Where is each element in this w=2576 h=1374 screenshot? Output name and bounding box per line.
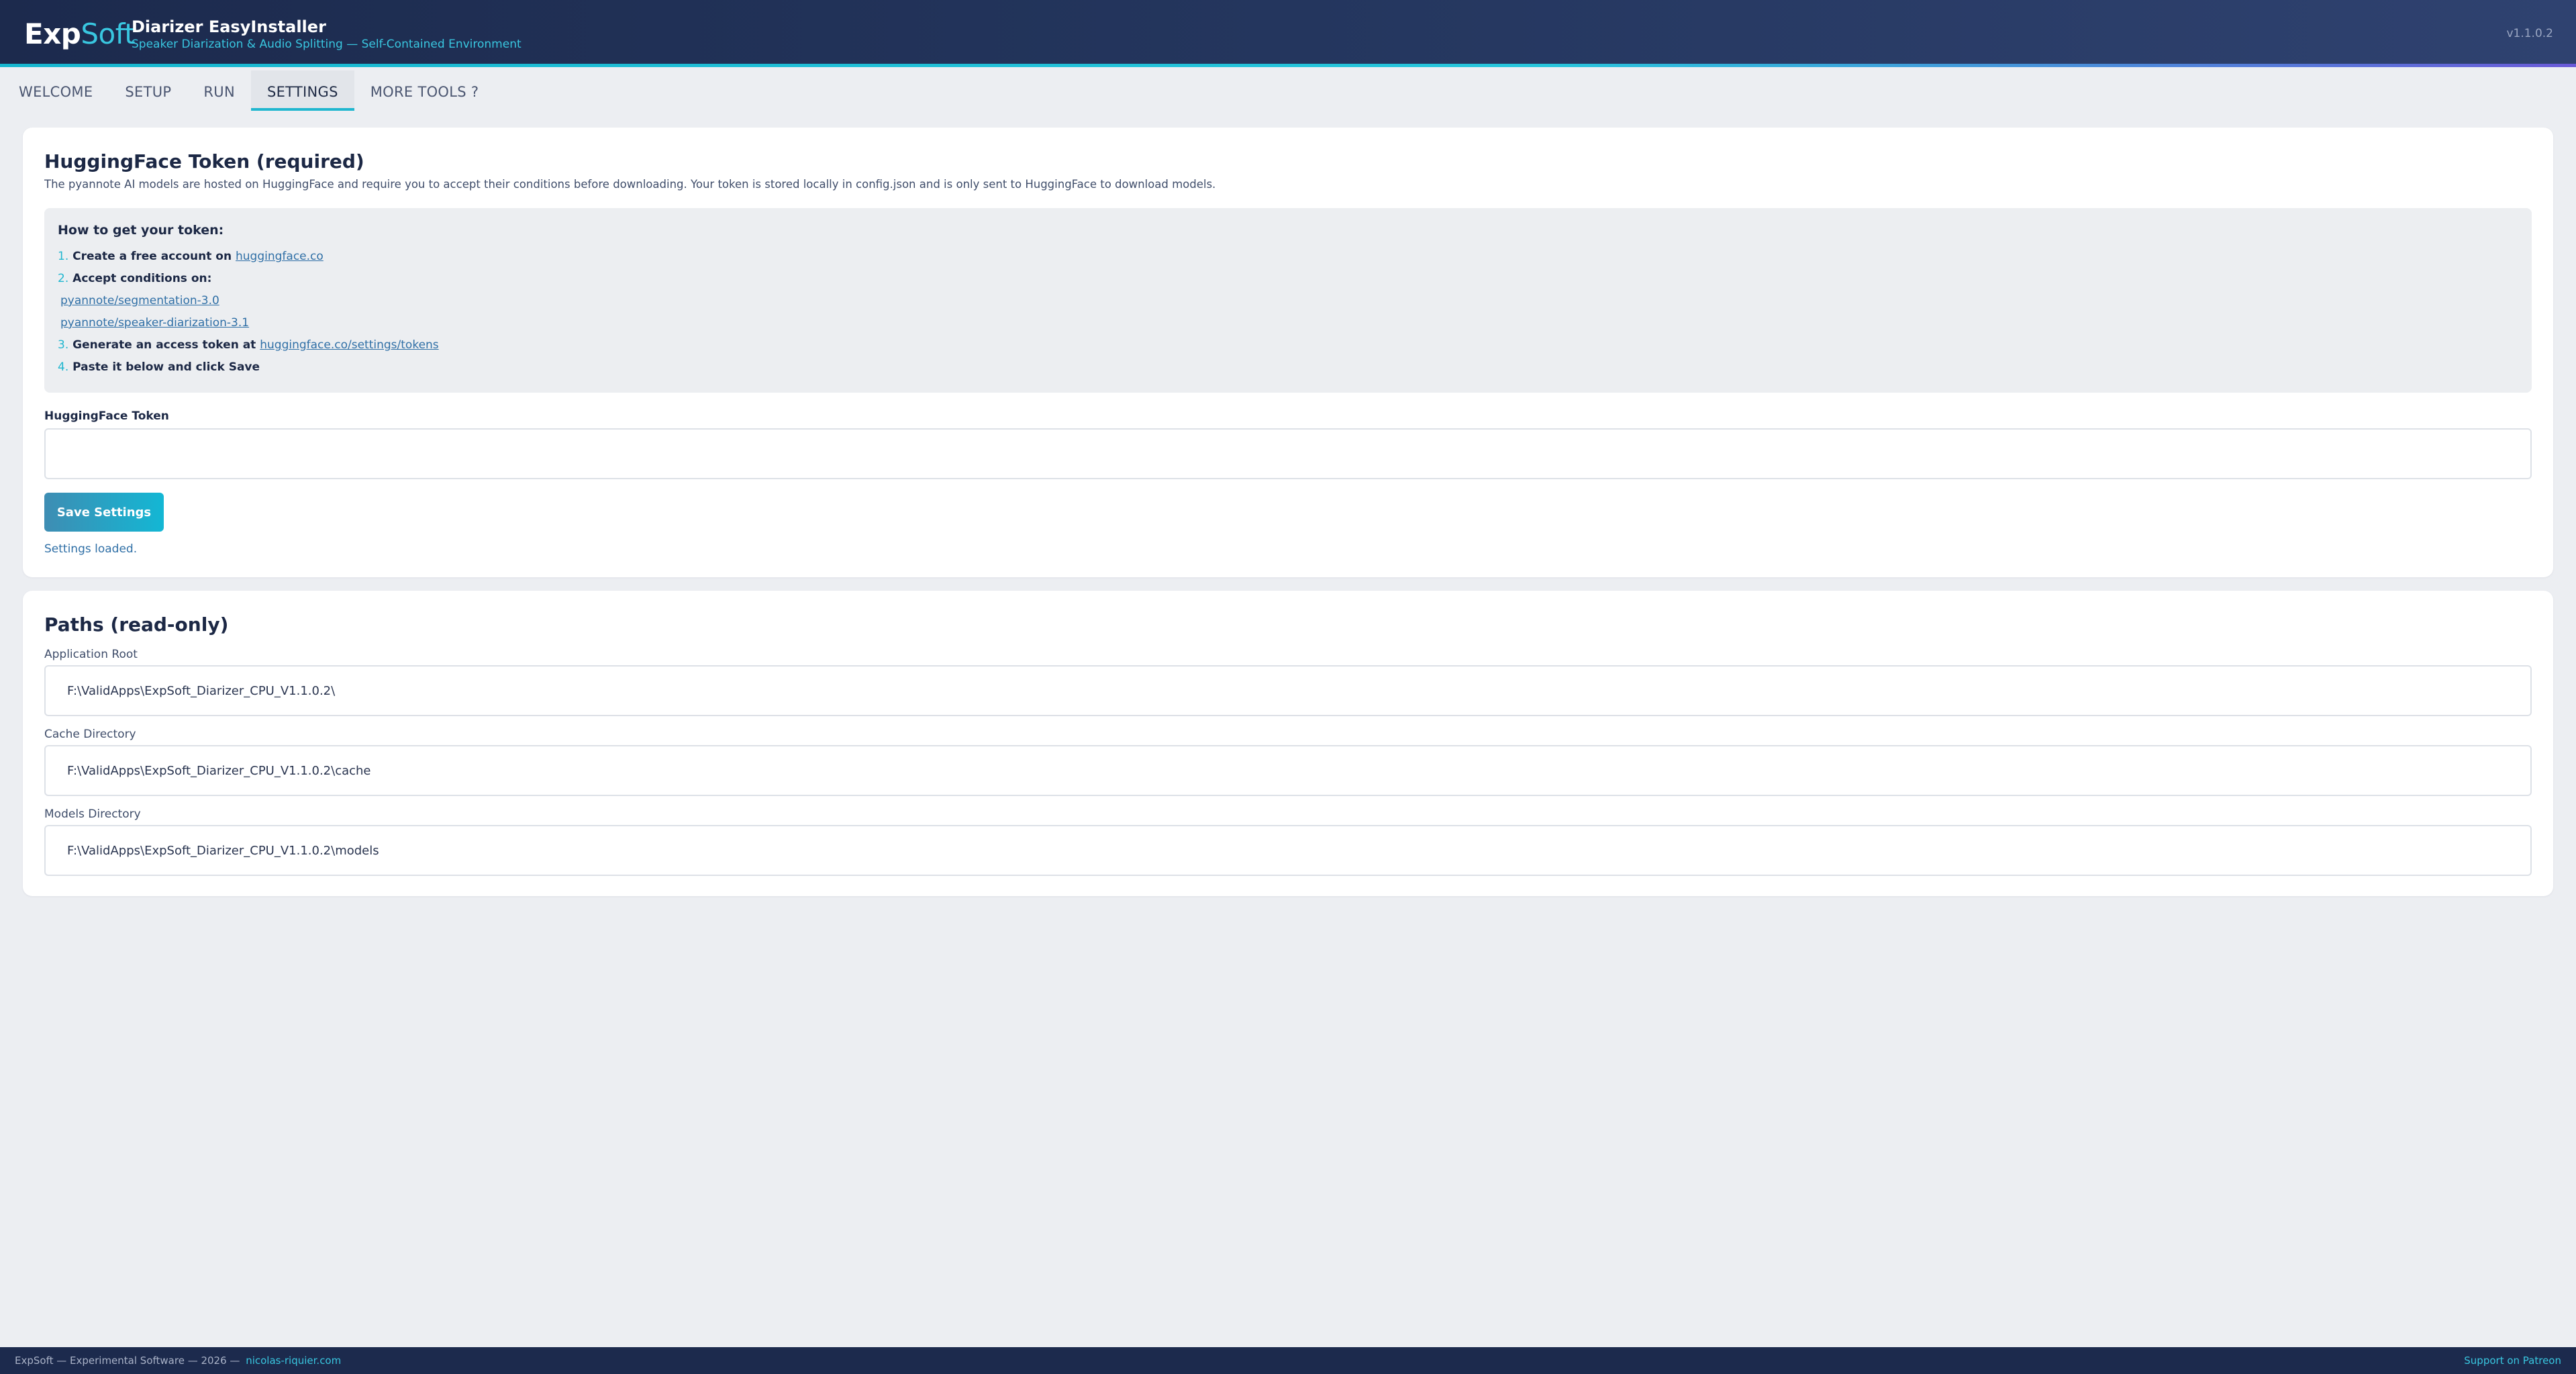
howto-title: How to get your token: <box>58 223 224 238</box>
howto-step-4: 4. Paste it below and click Save <box>58 360 260 374</box>
step-text: Create a free account on <box>72 250 236 263</box>
token-field-label: HuggingFace Token <box>44 409 169 423</box>
app-logo: ExpSoft <box>24 17 136 50</box>
howto-step-1: 1. Create a free account on huggingface.… <box>58 250 324 263</box>
step-text: Accept conditions on: <box>72 272 212 285</box>
tab-settings[interactable]: SETTINGS <box>250 70 354 111</box>
save-settings-button[interactable]: Save Settings <box>44 493 164 532</box>
step-text: Paste it below and click Save <box>72 360 260 374</box>
step-number: 2. <box>58 272 69 285</box>
tab-welcome[interactable]: WELCOME <box>0 70 109 111</box>
huggingface-link[interactable]: huggingface.co <box>236 250 324 263</box>
paths-card: Paths (read-only) Application Root F:\Va… <box>23 591 2553 896</box>
patreon-link[interactable]: Support on Patreon <box>2464 1347 2561 1374</box>
models-dir-field[interactable]: F:\ValidApps\ExpSoft_Diarizer_CPU_V1.1.0… <box>44 825 2532 876</box>
token-input[interactable] <box>44 428 2532 479</box>
tab-run[interactable]: RUN <box>187 70 251 111</box>
version-label: v1.1.0.2 <box>2506 27 2553 40</box>
segmentation-model-link[interactable]: pyannote/segmentation-3.0 <box>60 294 219 307</box>
app-header: ExpSoft Diarizer EasyInstaller Speaker D… <box>0 0 2576 67</box>
cache-dir-label: Cache Directory <box>44 728 136 741</box>
app-subtitle: Speaker Diarization & Audio Splitting — … <box>132 38 522 51</box>
howto-step-3: 3. Generate an access token at huggingfa… <box>58 338 439 352</box>
howto-box: How to get your token: 1. Create a free … <box>44 208 2532 393</box>
logo-main: Exp <box>24 17 81 50</box>
footer-credits: ExpSoft — Experimental Software — 2026 —… <box>15 1347 341 1374</box>
app-root-field[interactable]: F:\ValidApps\ExpSoft_Diarizer_CPU_V1.1.0… <box>44 665 2532 716</box>
app-root-label: Application Root <box>44 648 138 661</box>
cache-dir-field[interactable]: F:\ValidApps\ExpSoft_Diarizer_CPU_V1.1.0… <box>44 745 2532 796</box>
logo-accent: Soft <box>81 17 136 50</box>
app-footer: ExpSoft — Experimental Software — 2026 —… <box>0 1347 2576 1374</box>
step-number: 3. <box>58 338 69 352</box>
token-card-title: HuggingFace Token (required) <box>44 150 364 173</box>
tab-more-tools[interactable]: MORE TOOLS ? <box>354 70 495 111</box>
settings-status: Settings loaded. <box>44 542 138 556</box>
diarization-model-link[interactable]: pyannote/speaker-diarization-3.1 <box>60 316 249 330</box>
footer-text: ExpSoft — Experimental Software — 2026 — <box>15 1355 244 1367</box>
step-text: Generate an access token at <box>72 338 260 352</box>
models-dir-label: Models Directory <box>44 807 141 821</box>
step-number: 1. <box>58 250 69 263</box>
tab-bar: WELCOME SETUP RUN SETTINGS MORE TOOLS ? <box>0 70 2576 111</box>
token-settings-link[interactable]: huggingface.co/settings/tokens <box>260 338 438 352</box>
token-card: HuggingFace Token (required) The pyannot… <box>23 128 2553 577</box>
author-website-link[interactable]: nicolas-riquier.com <box>246 1355 341 1367</box>
paths-card-title: Paths (read-only) <box>44 614 229 636</box>
tab-setup[interactable]: SETUP <box>109 70 187 111</box>
token-card-description: The pyannote AI models are hosted on Hug… <box>44 178 1216 191</box>
app-title: Diarizer EasyInstaller <box>132 17 326 36</box>
howto-step-2: 2. Accept conditions on: <box>58 272 211 285</box>
step-number: 4. <box>58 360 69 374</box>
